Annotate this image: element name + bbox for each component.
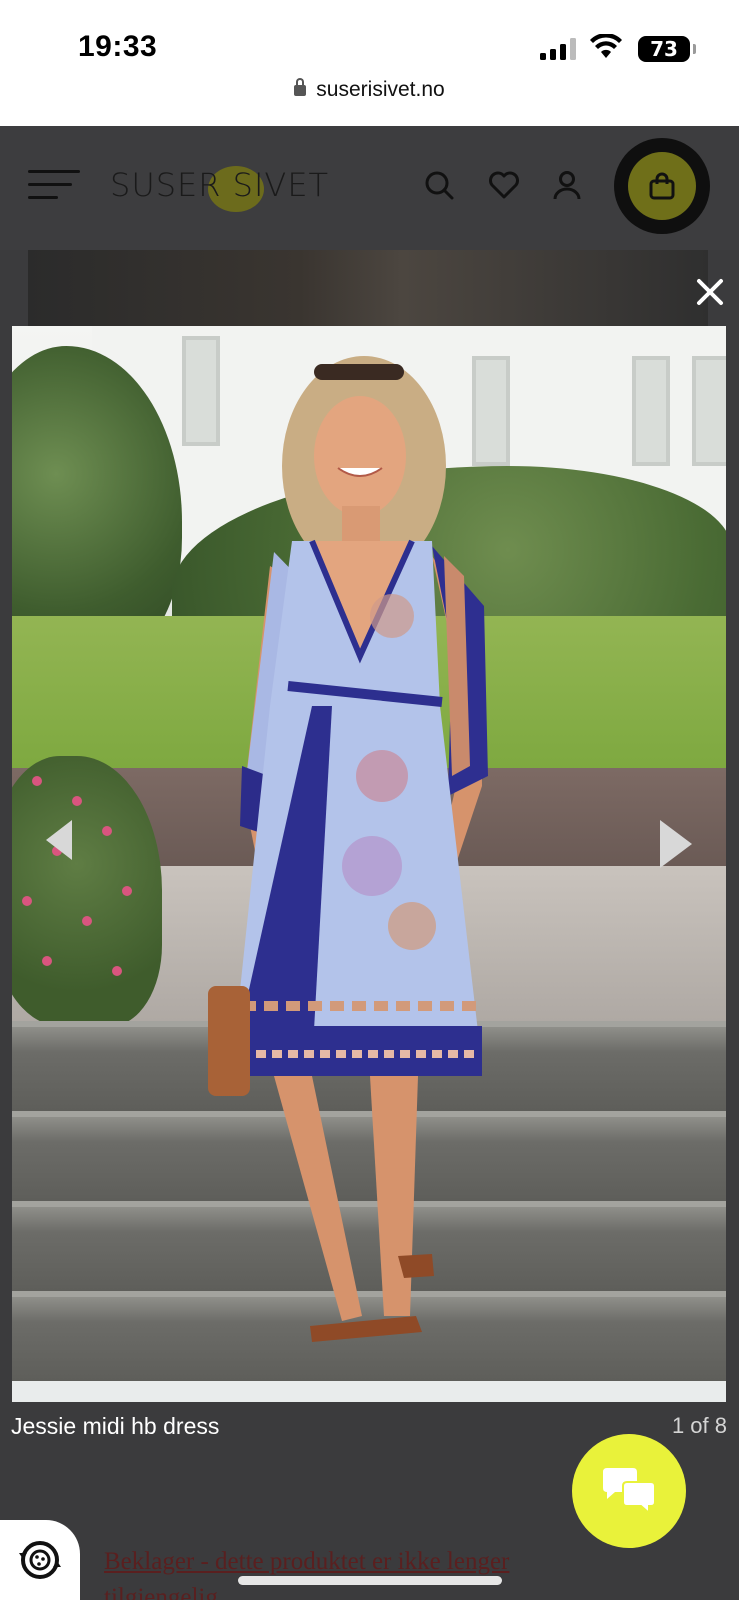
product-unavailable-notice: Beklager - dette produktet er ikke lenge… bbox=[104, 1548, 510, 1575]
wifi-icon bbox=[590, 34, 622, 58]
lock-icon bbox=[294, 78, 307, 96]
cart-button[interactable] bbox=[614, 138, 710, 234]
home-indicator bbox=[238, 1576, 502, 1585]
url-bar[interactable]: suserisivet.no bbox=[0, 78, 739, 102]
status-time: 19:33 bbox=[78, 30, 158, 63]
arrow-left-icon[interactable] bbox=[46, 820, 72, 860]
lightbox-caption: Jessie midi hb dress bbox=[11, 1413, 220, 1439]
close-icon[interactable] bbox=[690, 272, 730, 312]
url-text: suserisivet.no bbox=[316, 78, 445, 101]
heart-icon[interactable] bbox=[488, 170, 520, 200]
product-photo bbox=[12, 326, 726, 1402]
menu-icon[interactable] bbox=[28, 168, 80, 202]
cookie-settings-button[interactable] bbox=[0, 1520, 80, 1600]
chat-icon bbox=[603, 1468, 656, 1516]
background-product-image bbox=[28, 250, 708, 328]
site-logo[interactable]: SUSER SIVET bbox=[110, 166, 329, 204]
site-header: SUSER SIVET bbox=[0, 126, 739, 250]
user-icon[interactable] bbox=[552, 170, 582, 200]
search-icon[interactable] bbox=[424, 170, 454, 200]
product-unavailable-notice-line2: tilgjengelig bbox=[104, 1584, 218, 1600]
battery-icon: 73 bbox=[638, 36, 696, 62]
cart-icon bbox=[649, 172, 675, 200]
model-figure bbox=[208, 356, 488, 1342]
arrow-right-icon[interactable] bbox=[660, 820, 692, 868]
lightbox-counter: 1 of 8 bbox=[671, 1413, 727, 1438]
cellular-signal-icon bbox=[540, 38, 576, 60]
status-bar: 19:33 73 suserisivet.no bbox=[0, 0, 739, 126]
chat-button[interactable] bbox=[572, 1434, 686, 1548]
battery-level: 73 bbox=[650, 37, 678, 61]
cookie-settings-icon bbox=[19, 1541, 61, 1579]
